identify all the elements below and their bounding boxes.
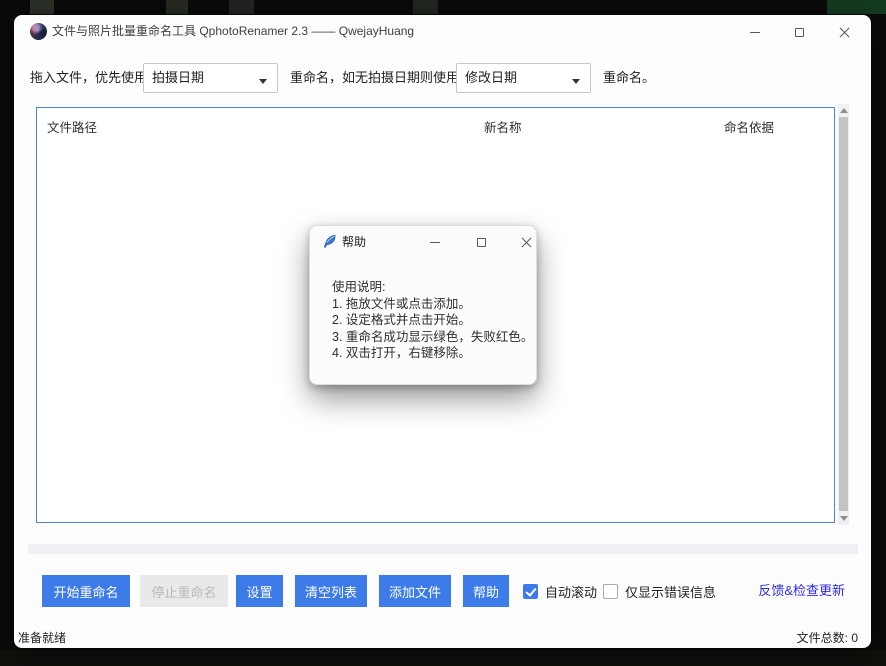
- auto-scroll-option[interactable]: 自动滚动: [523, 575, 597, 607]
- file-count: 文件总数: 0: [797, 627, 858, 649]
- minimize-icon: [430, 242, 440, 243]
- fallback-date-select-value: 修改日期: [465, 70, 517, 85]
- start-rename-button[interactable]: 开始重命名: [42, 575, 130, 607]
- fallback-date-select[interactable]: 修改日期: [456, 63, 591, 93]
- clear-list-button[interactable]: 清空列表: [295, 575, 367, 607]
- toolbar-label-suffix: 重命名。: [603, 63, 655, 93]
- close-button[interactable]: [829, 17, 859, 47]
- column-header-newname[interactable]: 新名称: [484, 117, 522, 136]
- combo-arrow-icon: [572, 79, 580, 84]
- help-line: 使用说明:: [332, 279, 533, 296]
- add-files-button[interactable]: 添加文件: [379, 575, 451, 607]
- settings-button[interactable]: 设置: [236, 575, 283, 607]
- wallpaper-patch: [229, 0, 254, 14]
- close-icon: [521, 237, 532, 248]
- close-icon: [839, 27, 850, 38]
- dialog-maximize-button[interactable]: [469, 230, 493, 254]
- scroll-up-icon[interactable]: [840, 108, 848, 113]
- wallpaper-patch: [413, 0, 438, 14]
- status-text: 准备就绪: [18, 627, 66, 649]
- minimize-icon: [750, 32, 760, 33]
- wallpaper-patch: [166, 0, 188, 14]
- stop-rename-button[interactable]: 停止重命名: [140, 575, 228, 607]
- toolbar-label-prefix: 拖入文件，优先使用: [30, 63, 147, 93]
- help-dialog-titlebar[interactable]: 帮助: [310, 226, 536, 258]
- maximize-icon: [795, 28, 804, 37]
- help-line: 2. 设定格式并点击开始。: [332, 312, 533, 329]
- feather-icon: [323, 234, 337, 250]
- wallpaper-patch: [827, 0, 886, 14]
- help-dialog-content: 使用说明: 1. 拖放文件或点击添加。 2. 设定格式并点击开始。 3. 重命名…: [332, 279, 533, 362]
- dialog-minimize-button[interactable]: [423, 230, 447, 254]
- auto-scroll-checkbox[interactable]: [523, 584, 538, 599]
- vertical-scrollbar[interactable]: [838, 104, 849, 525]
- wallpaper-patch: [0, 650, 886, 666]
- help-dialog-title: 帮助: [342, 226, 366, 258]
- window-title: 文件与照片批量重命名工具 QphotoRenamer 2.3 —— Qwejay…: [52, 15, 414, 48]
- scroll-down-icon[interactable]: [840, 516, 848, 521]
- help-line: 1. 拖放文件或点击添加。: [332, 296, 533, 313]
- wallpaper-patch: [30, 0, 54, 14]
- errors-only-label: 仅显示错误信息: [625, 582, 716, 601]
- column-header-filepath[interactable]: 文件路径: [47, 117, 97, 136]
- help-dialog: 帮助 使用说明: 1. 拖放文件或点击添加。 2. 设定格式并点击开始。 3. …: [309, 225, 537, 385]
- maximize-button[interactable]: [784, 17, 814, 47]
- help-line: 4. 双击打开，右键移除。: [332, 345, 533, 362]
- minimize-button[interactable]: [740, 17, 770, 47]
- errors-only-option[interactable]: 仅显示错误信息: [603, 575, 716, 607]
- maximize-icon: [477, 238, 486, 247]
- desktop-background: 文件与照片批量重命名工具 QphotoRenamer 2.3 —— Qwejay…: [0, 0, 886, 666]
- toolbar-label-middle: 重命名，如无拍摄日期则使用: [290, 63, 459, 93]
- errors-only-checkbox[interactable]: [603, 584, 618, 599]
- help-line: 3. 重命名成功显示绿色，失败红色。: [332, 329, 533, 346]
- help-button[interactable]: 帮助: [463, 575, 509, 607]
- dialog-close-button[interactable]: [514, 230, 538, 254]
- feedback-update-link[interactable]: 反馈&检查更新: [758, 575, 845, 607]
- titlebar[interactable]: 文件与照片批量重命名工具 QphotoRenamer 2.3 —— Qwejay…: [14, 15, 871, 48]
- column-header-namebasis[interactable]: 命名依据: [724, 117, 774, 136]
- combo-arrow-icon: [259, 79, 267, 84]
- primary-date-select[interactable]: 拍摄日期: [143, 63, 278, 93]
- status-bar: 准备就绪 文件总数: 0: [18, 627, 858, 649]
- app-icon: [30, 23, 47, 40]
- primary-date-select-value: 拍摄日期: [152, 70, 204, 85]
- auto-scroll-label: 自动滚动: [545, 582, 597, 601]
- scrollbar-thumb[interactable]: [839, 117, 848, 511]
- progress-bar: [28, 544, 858, 554]
